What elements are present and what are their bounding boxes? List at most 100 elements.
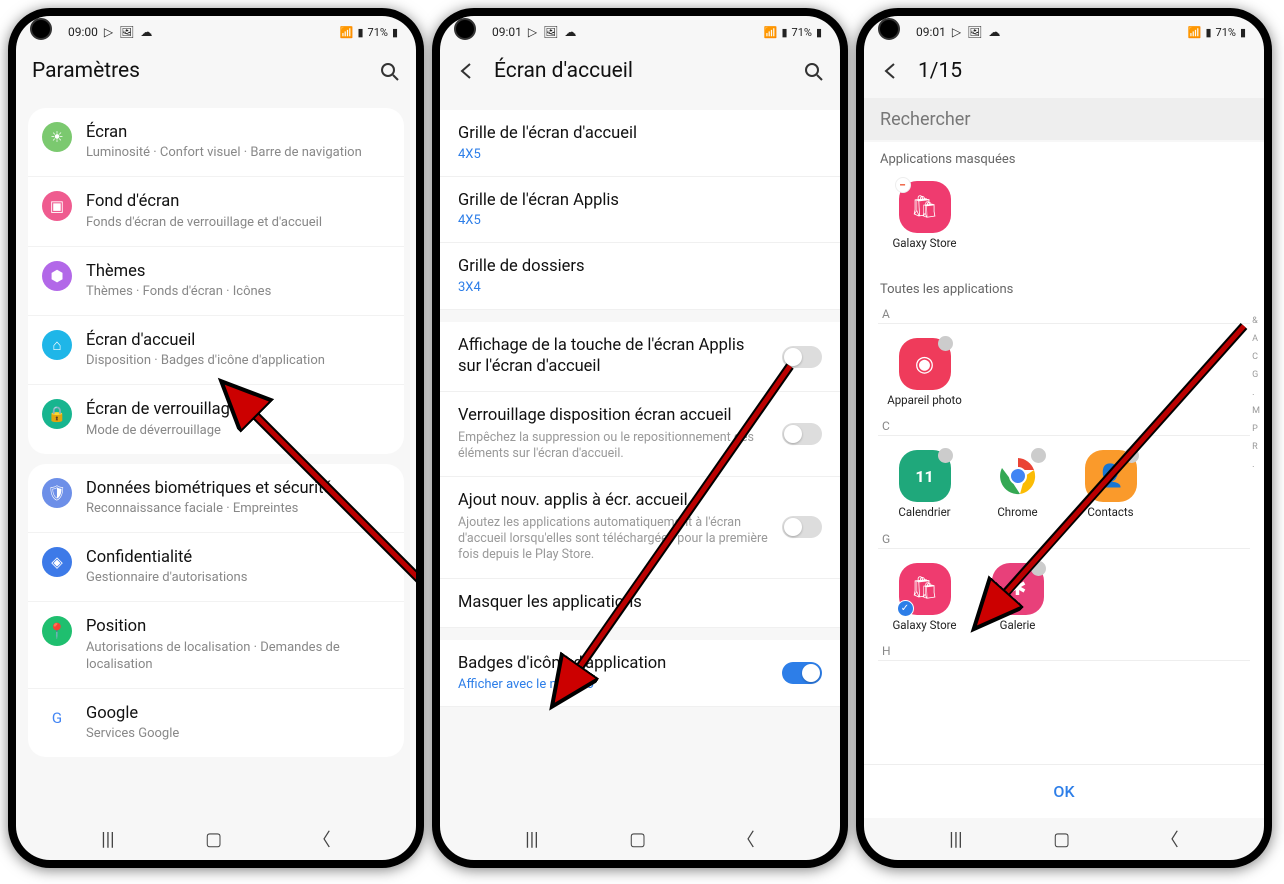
row-title: Affichage de la touche de l'écran Applis… [458, 336, 770, 377]
nav-bar: ||| ▢ 〈 [16, 818, 416, 860]
list-row[interactable]: Ajout nouv. applis à écr. accueil Ajoutez… [440, 477, 840, 578]
home-button[interactable]: ▢ [1053, 829, 1070, 850]
unchecked-badge [938, 448, 953, 463]
settings-item[interactable]: GGoogleServices Google [28, 689, 404, 757]
app-cell[interactable]: Chrome [971, 442, 1064, 527]
screen-3: 09:01▷🖼☁ 📶▮71%▮ 1/15 Rechercher Applicat… [864, 16, 1264, 860]
recents-button[interactable]: ||| [949, 829, 962, 850]
index-letter[interactable]: A [1252, 334, 1260, 344]
settings-item[interactable]: ⌂Écran d'accueilDisposition · Badges d'i… [28, 316, 404, 385]
apps-content[interactable]: Applications masquées 🛍−Galaxy Store Tou… [864, 142, 1264, 764]
settings-item[interactable]: ☀ÉcranLuminosité · Confort visuel · Barr… [28, 108, 404, 177]
settings-subtitle: Disposition · Badges d'icône d'applicati… [86, 353, 390, 370]
row-value: 3X4 [458, 280, 822, 295]
row-desc: Ajoutez les applications automatiquement… [458, 515, 770, 564]
index-letter[interactable]: . [1252, 388, 1260, 398]
nav-bar: ||| ▢ 〈 [864, 818, 1264, 860]
index-letter[interactable]: G [1252, 370, 1260, 380]
letter-header: H [878, 640, 1250, 661]
search-icon[interactable] [802, 60, 824, 82]
index-letter[interactable]: R [1252, 442, 1260, 452]
index-letter[interactable]: P [1252, 424, 1260, 434]
remove-badge[interactable]: − [895, 177, 911, 193]
settings-item[interactable]: ▣Fond d'écranFonds d'écran de verrouilla… [28, 177, 404, 246]
app-cell[interactable]: ◉ Appareil photo [878, 330, 971, 415]
phone-2: 09:01▷🖼☁ 📶▮71%▮ Écran d'accueil Grille d… [432, 8, 848, 868]
battery-pct: 71% [368, 26, 388, 39]
home-settings-list[interactable]: Grille de l'écran d'accueil4X5Grille de … [440, 98, 840, 818]
wifi-icon: 📶 [1188, 26, 1202, 39]
settings-title: Données biométriques et sécurité [86, 478, 390, 499]
back-button[interactable]: 〈 [313, 826, 331, 852]
app-icon: 🛍✓ [899, 563, 951, 615]
app-cell[interactable]: 🛍✓Galaxy Store [878, 555, 971, 640]
settings-item[interactable]: 🛡Données biométriques et sécuritéReconna… [28, 464, 404, 533]
app-icon: ◉ [899, 338, 951, 390]
settings-item[interactable]: 🔒Écran de verrouillageMode de déverrouil… [28, 385, 404, 453]
check-badge: ✓ [897, 600, 914, 617]
app-cell[interactable]: 👤Contacts [1064, 442, 1157, 527]
index-letter[interactable]: C [1252, 352, 1260, 362]
list-row[interactable]: Affichage de la touche de l'écran Applis… [440, 322, 840, 392]
list-row[interactable]: Masquer les applications [440, 579, 840, 629]
toggle-switch[interactable] [782, 346, 822, 368]
back-button[interactable]: 〈 [1161, 826, 1179, 852]
cloud-icon: ☁ [140, 25, 152, 39]
index-letter[interactable]: M [1252, 406, 1260, 416]
unchecked-badge [1031, 448, 1046, 463]
list-row[interactable]: Verrouillage disposition écran accueilEm… [440, 392, 840, 477]
row-title: Ajout nouv. applis à écr. accueil [458, 491, 770, 512]
app-cell[interactable]: 🛍−Galaxy Store [878, 173, 971, 258]
list-row[interactable]: Badges d'icône d'applicationAfficher ave… [440, 640, 840, 707]
ok-button[interactable]: OK [864, 764, 1264, 818]
settings-content[interactable]: ☀ÉcranLuminosité · Confort visuel · Barr… [16, 98, 416, 818]
search-icon[interactable] [378, 60, 400, 82]
app-cell[interactable]: ✱Galerie [971, 555, 1064, 640]
settings-icon: 🔒 [42, 399, 72, 429]
index-letter[interactable]: . [1252, 460, 1260, 470]
home-button[interactable]: ▢ [629, 829, 646, 850]
image-icon: 🖼 [119, 25, 134, 39]
list-row[interactable]: Grille de dossiers3X4 [440, 243, 840, 310]
row-value: 4X5 [458, 213, 822, 228]
app-name: Galerie [1000, 619, 1036, 632]
app-name: Appareil photo [887, 394, 962, 407]
signal-icon: ▮ [781, 26, 787, 39]
settings-subtitle: Services Google [86, 726, 390, 743]
letter-header: G [878, 528, 1250, 549]
settings-title: Position [86, 616, 390, 637]
recents-button[interactable]: ||| [101, 829, 114, 850]
phone-1: 09:00▷🖼☁ 📶▮71%▮ Paramètres ☀ÉcranLuminos… [8, 8, 424, 868]
settings-icon: G [42, 703, 72, 733]
settings-icon: ⬢ [42, 261, 72, 291]
all-apps-label: Toutes les applications [864, 272, 1264, 303]
list-row[interactable]: Grille de l'écran Applis4X5 [440, 177, 840, 244]
app-icon: 🛍− [899, 181, 951, 233]
settings-subtitle: Autorisations de localisation · Demandes… [86, 640, 390, 674]
settings-item[interactable]: ⬢ThèmesThèmes · Fonds d'écran · Icônes [28, 247, 404, 316]
status-bar: 09:01▷🖼☁ 📶▮71%▮ [440, 16, 840, 44]
index-letter[interactable]: & [1252, 316, 1260, 326]
cloud-icon: ☁ [988, 25, 1000, 39]
app-icon [992, 450, 1044, 502]
recents-button[interactable]: ||| [525, 829, 538, 850]
status-time: 09:01 [916, 25, 946, 39]
back-button[interactable]: 〈 [737, 826, 755, 852]
play-icon: ▷ [952, 25, 961, 39]
row-title: Grille de l'écran Applis [458, 191, 822, 212]
home-button[interactable]: ▢ [205, 829, 222, 850]
row-desc: Empêchez la suppression ou le reposition… [458, 430, 770, 463]
back-icon[interactable] [880, 60, 902, 82]
alpha-index[interactable]: & ACG. MPR. [1252, 316, 1260, 470]
back-icon[interactable] [456, 60, 478, 82]
toggle-switch[interactable] [782, 423, 822, 445]
app-cell[interactable]: 11Calendrier [878, 442, 971, 527]
settings-item[interactable]: ◈ConfidentialitéGestionnaire d'autorisat… [28, 533, 404, 602]
search-field[interactable]: Rechercher [864, 98, 1264, 140]
toggle-switch[interactable] [782, 662, 822, 684]
signal-icon: ▮ [357, 26, 363, 39]
list-row[interactable]: Grille de l'écran d'accueil4X5 [440, 110, 840, 177]
settings-item[interactable]: 📍PositionAutorisations de localisation ·… [28, 602, 404, 688]
toggle-switch[interactable] [782, 516, 822, 538]
unchecked-badge [1124, 448, 1139, 463]
